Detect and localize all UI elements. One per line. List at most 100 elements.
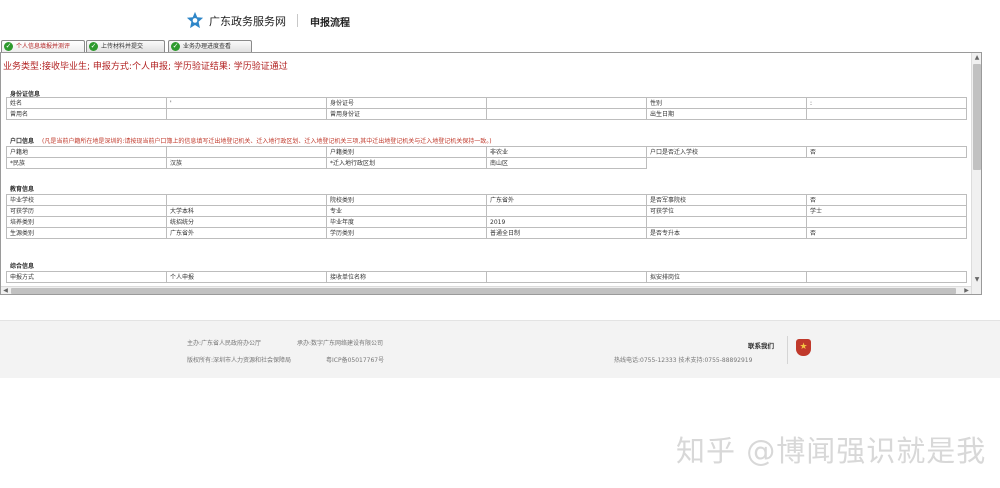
scroll-right-arrow-icon[interactable]: ▶	[962, 287, 971, 294]
field-label: 申报方式	[6, 271, 167, 283]
field-value[interactable]	[166, 108, 327, 120]
tab-label: 个人信息填报并测评	[16, 43, 71, 50]
horizontal-scrollbar[interactable]: ◀ ▶	[1, 286, 971, 294]
field-value[interactable]	[486, 271, 647, 283]
tab-label: 业务办理进度查看	[183, 43, 232, 50]
scroll-up-arrow-icon[interactable]: ▲	[972, 53, 981, 62]
field-label: 接收单位名称	[326, 271, 487, 283]
site-logo-icon	[186, 11, 204, 29]
field-label: 毕业学校	[6, 194, 167, 206]
general-table: 申报方式 个人申报 接收单位名称 拟安排岗位	[6, 271, 967, 283]
site-header: 广东政务服务网 申报流程	[0, 0, 1000, 36]
field-label: 培养类别	[6, 216, 167, 228]
footer-copyright: 版权所有:深圳市人力资源和社会保障局	[187, 357, 292, 364]
field-value[interactable]: 否	[806, 194, 967, 206]
contact-us-title[interactable]: 联系我们	[748, 340, 774, 350]
table-row: 培养类别 统招统分 毕业年度 2019	[6, 216, 967, 228]
field-value[interactable]	[166, 146, 327, 158]
vertical-scrollbar[interactable]: ▲ ▼	[971, 53, 981, 294]
field-label: 学历类别	[326, 227, 487, 239]
field-label: 曾用名	[6, 108, 167, 120]
field-value[interactable]	[486, 108, 647, 120]
field-label: 可获学历	[6, 205, 167, 217]
check-icon: ✓	[89, 42, 98, 51]
field-value[interactable]: 非农业	[486, 146, 647, 158]
table-row: 毕业学校 院校类别 广东省外 是否军事院校 否	[6, 194, 967, 206]
household-table: 户籍地 户籍类别 非农业 户口是否迁入学校 否 *民族 汉族 *迁入地行政区划 …	[6, 146, 967, 169]
footer-host: 主办:广东省人民政府办公厅	[187, 340, 262, 347]
footer-divider	[787, 336, 788, 364]
table-row: 生源类别 广东省外 学历类别 普通全日制 是否专升本 否	[6, 227, 967, 239]
scroll-left-arrow-icon[interactable]: ◀	[1, 287, 10, 294]
field-label: *民族	[6, 157, 167, 169]
check-icon: ✓	[4, 42, 13, 51]
section-title-education: 教育信息	[10, 186, 35, 193]
field-label: 曾用身份证	[326, 108, 487, 120]
tab-label: 上传材料并提交	[101, 43, 144, 50]
household-note: (凡是当前户籍所在地是深圳的:请按现当前户口簿上的信息填写迁出地登记机关、迁入地…	[42, 138, 492, 145]
field-value[interactable]: 否	[806, 227, 967, 239]
field-label: 户籍地	[6, 146, 167, 158]
identity-table: 姓名 ' 身份证号 性别 : 曾用名 曾用身份证 出生日期	[6, 97, 967, 120]
field-value[interactable]: '	[166, 97, 327, 109]
table-row: 申报方式 个人申报 接收单位名称 拟安排岗位	[6, 271, 967, 283]
field-value[interactable]	[166, 194, 327, 206]
empty-cell	[647, 158, 807, 169]
field-label: 专业	[326, 205, 487, 217]
field-label: 户籍类别	[326, 146, 487, 158]
field-value[interactable]	[806, 271, 967, 283]
field-value[interactable]	[486, 205, 647, 217]
field-value[interactable]	[806, 108, 967, 120]
table-row: 曾用名 曾用身份证 出生日期	[6, 108, 967, 120]
field-label: 身份证号	[326, 97, 487, 109]
field-value[interactable]	[486, 97, 647, 109]
field-value[interactable]: 广东省外	[486, 194, 647, 206]
check-icon: ✓	[171, 42, 180, 51]
field-label: 毕业年度	[326, 216, 487, 228]
scroll-down-arrow-icon[interactable]: ▼	[972, 275, 981, 284]
education-table: 毕业学校 院校类别 广东省外 是否军事院校 否 可获学历 大学本科 专业 可获学…	[6, 194, 967, 239]
watermark: 知乎 @博闻强识就是我	[676, 434, 987, 468]
field-label: 可获学位	[646, 205, 807, 217]
vertical-scroll-thumb[interactable]	[973, 64, 981, 170]
table-row: 姓名 ' 身份证号 性别 :	[6, 97, 967, 109]
field-label: 拟安排岗位	[646, 271, 807, 283]
empty-cell	[807, 158, 967, 169]
field-value[interactable]: 广东省外	[166, 227, 327, 239]
table-row: 户籍地 户籍类别 非农业 户口是否迁入学校 否	[6, 146, 967, 158]
field-value[interactable]: 2019	[486, 216, 647, 228]
horizontal-scroll-thumb[interactable]	[11, 288, 956, 294]
footer-icp[interactable]: 粤ICP备05017767号	[326, 355, 384, 364]
field-label: 姓名	[6, 97, 167, 109]
field-value[interactable]	[806, 216, 967, 228]
field-label: 性别	[646, 97, 807, 109]
field-value[interactable]: 汉族	[166, 157, 327, 169]
field-label: 生源类别	[6, 227, 167, 239]
field-value[interactable]: 普通全日制	[486, 227, 647, 239]
field-label: 户口是否迁入学校	[646, 146, 807, 158]
field-label: 是否专升本	[646, 227, 807, 239]
field-value[interactable]: 南山区	[486, 157, 647, 169]
table-row: *民族 汉族 *迁入地行政区划 南山区	[6, 157, 967, 169]
footer-contact-line: 热线电话:0755-12333 技术支持:0755-88892919	[614, 357, 753, 364]
site-footer: 主办:广东省人民政府办公厅 承办:数字广东网络建设有限公司 版权所有:深圳市人力…	[0, 320, 1000, 378]
field-value[interactable]: 学士	[806, 205, 967, 217]
table-row: 可获学历 大学本科 专业 可获学位 学士	[6, 205, 967, 217]
field-label: 出生日期	[646, 108, 807, 120]
site-name[interactable]: 广东政务服务网	[209, 13, 286, 29]
field-value[interactable]: 统招统分	[166, 216, 327, 228]
field-label: 是否军事院校	[646, 194, 807, 206]
business-summary: 业务类型:接收毕业生; 申报方式:个人申报; 学历验证结果: 学历验证通过	[3, 62, 288, 72]
form-frame: 业务类型:接收毕业生; 申报方式:个人申报; 学历验证结果: 学历验证通过 身份…	[0, 52, 982, 295]
field-value[interactable]: 大学本科	[166, 205, 327, 217]
field-value[interactable]: :	[806, 97, 967, 109]
footer-undertaker: 承办:数字广东网络建设有限公司	[297, 340, 384, 347]
field-label: *迁入地行政区划	[326, 157, 487, 169]
page-title: 申报流程	[310, 18, 350, 29]
header-divider	[297, 14, 298, 27]
field-value[interactable]: 个人申报	[166, 271, 327, 283]
government-emblem-icon: ★	[796, 339, 811, 356]
section-title-general: 综合信息	[10, 263, 35, 270]
section-title-household: 户口信息 (凡是当前户籍所在地是深圳的:请按现当前户口簿上的信息填写迁出地登记机关…	[10, 138, 492, 145]
field-value[interactable]: 否	[806, 146, 967, 158]
